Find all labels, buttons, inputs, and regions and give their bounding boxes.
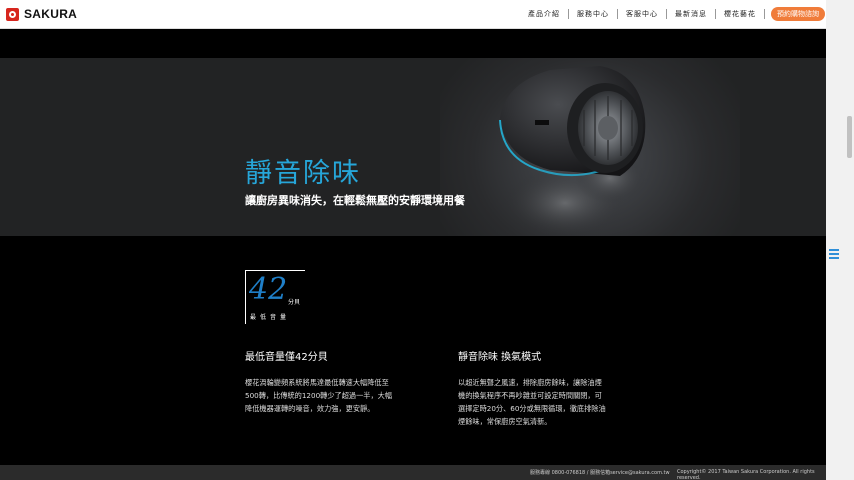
decibel-badge: 42 分貝 最低音量 [245,270,305,324]
hero-banner: 靜音除味 讓廚房異味消失，在輕鬆無壓的安靜環境用餐 [0,58,826,236]
nav-item-customer[interactable]: 客服中心 [618,9,667,19]
feature-title-lowest-volume: 最低音量僅42分貝 [245,352,328,363]
sakura-logo-icon [6,7,19,21]
booking-button[interactable]: 預約購物諮詢 [771,7,825,21]
logo-text: SAKURA [24,7,78,21]
nav-item-products[interactable]: 產品介紹 [520,9,569,19]
hero-title: 靜音除味 [245,158,361,189]
sakura-logo[interactable]: SAKURA [6,7,77,21]
scrollbar-thumb[interactable] [847,116,852,158]
features-section: 42 分貝 最低音量 最低音量僅42分貝 櫻花渦輪變頻系統將馬達最低轉速大幅降低… [0,236,826,465]
footer-contact: 服務專線 0800-076818 / 服務信箱service@sakura.co… [530,470,670,476]
menu-icon[interactable] [829,249,840,263]
badge-number: 42 [249,272,288,307]
feature-text-lowest-volume: 櫻花渦輪變頻系統將馬達最低轉速大幅降低至500轉，比傳統的1200轉少了超過一半… [245,378,393,413]
nav-item-service[interactable]: 服務中心 [569,9,618,19]
page-scrollbar[interactable] [826,0,854,480]
badge-label: 最低音量 [250,314,291,321]
feature-title-ventilation: 靜音除味 換氣模式 [458,352,542,363]
site-footer: 服務專線 0800-076818 / 服務信箱service@sakura.co… [0,465,826,480]
main-nav: 產品介紹 服務中心 客服中心 最新消息 櫻花藝花 預約購物諮詢 [520,7,825,21]
nav-item-news[interactable]: 最新消息 [667,9,716,19]
site-header: SAKURA 產品介紹 服務中心 客服中心 最新消息 櫻花藝花 預約購物諮詢 [0,0,826,29]
badge-unit: 分貝 [288,299,301,306]
nav-item-art[interactable]: 櫻花藝花 [716,9,765,19]
footer-copyright: Copyright© 2017 Taiwan Sakura Corporatio… [677,469,815,480]
hero-subtitle: 讓廚房異味消失，在輕鬆無壓的安靜環境用餐 [245,194,465,207]
fan-motor-image [499,66,646,236]
page: SAKURA 產品介紹 服務中心 客服中心 最新消息 櫻花藝花 預約購物諮詢 靜… [0,0,854,480]
feature-text-ventilation: 以超近無聲之風速，排除廚房餘味，讓除油煙機的換氣程序不再吵雜並可設定時間關閉，可… [458,378,606,426]
